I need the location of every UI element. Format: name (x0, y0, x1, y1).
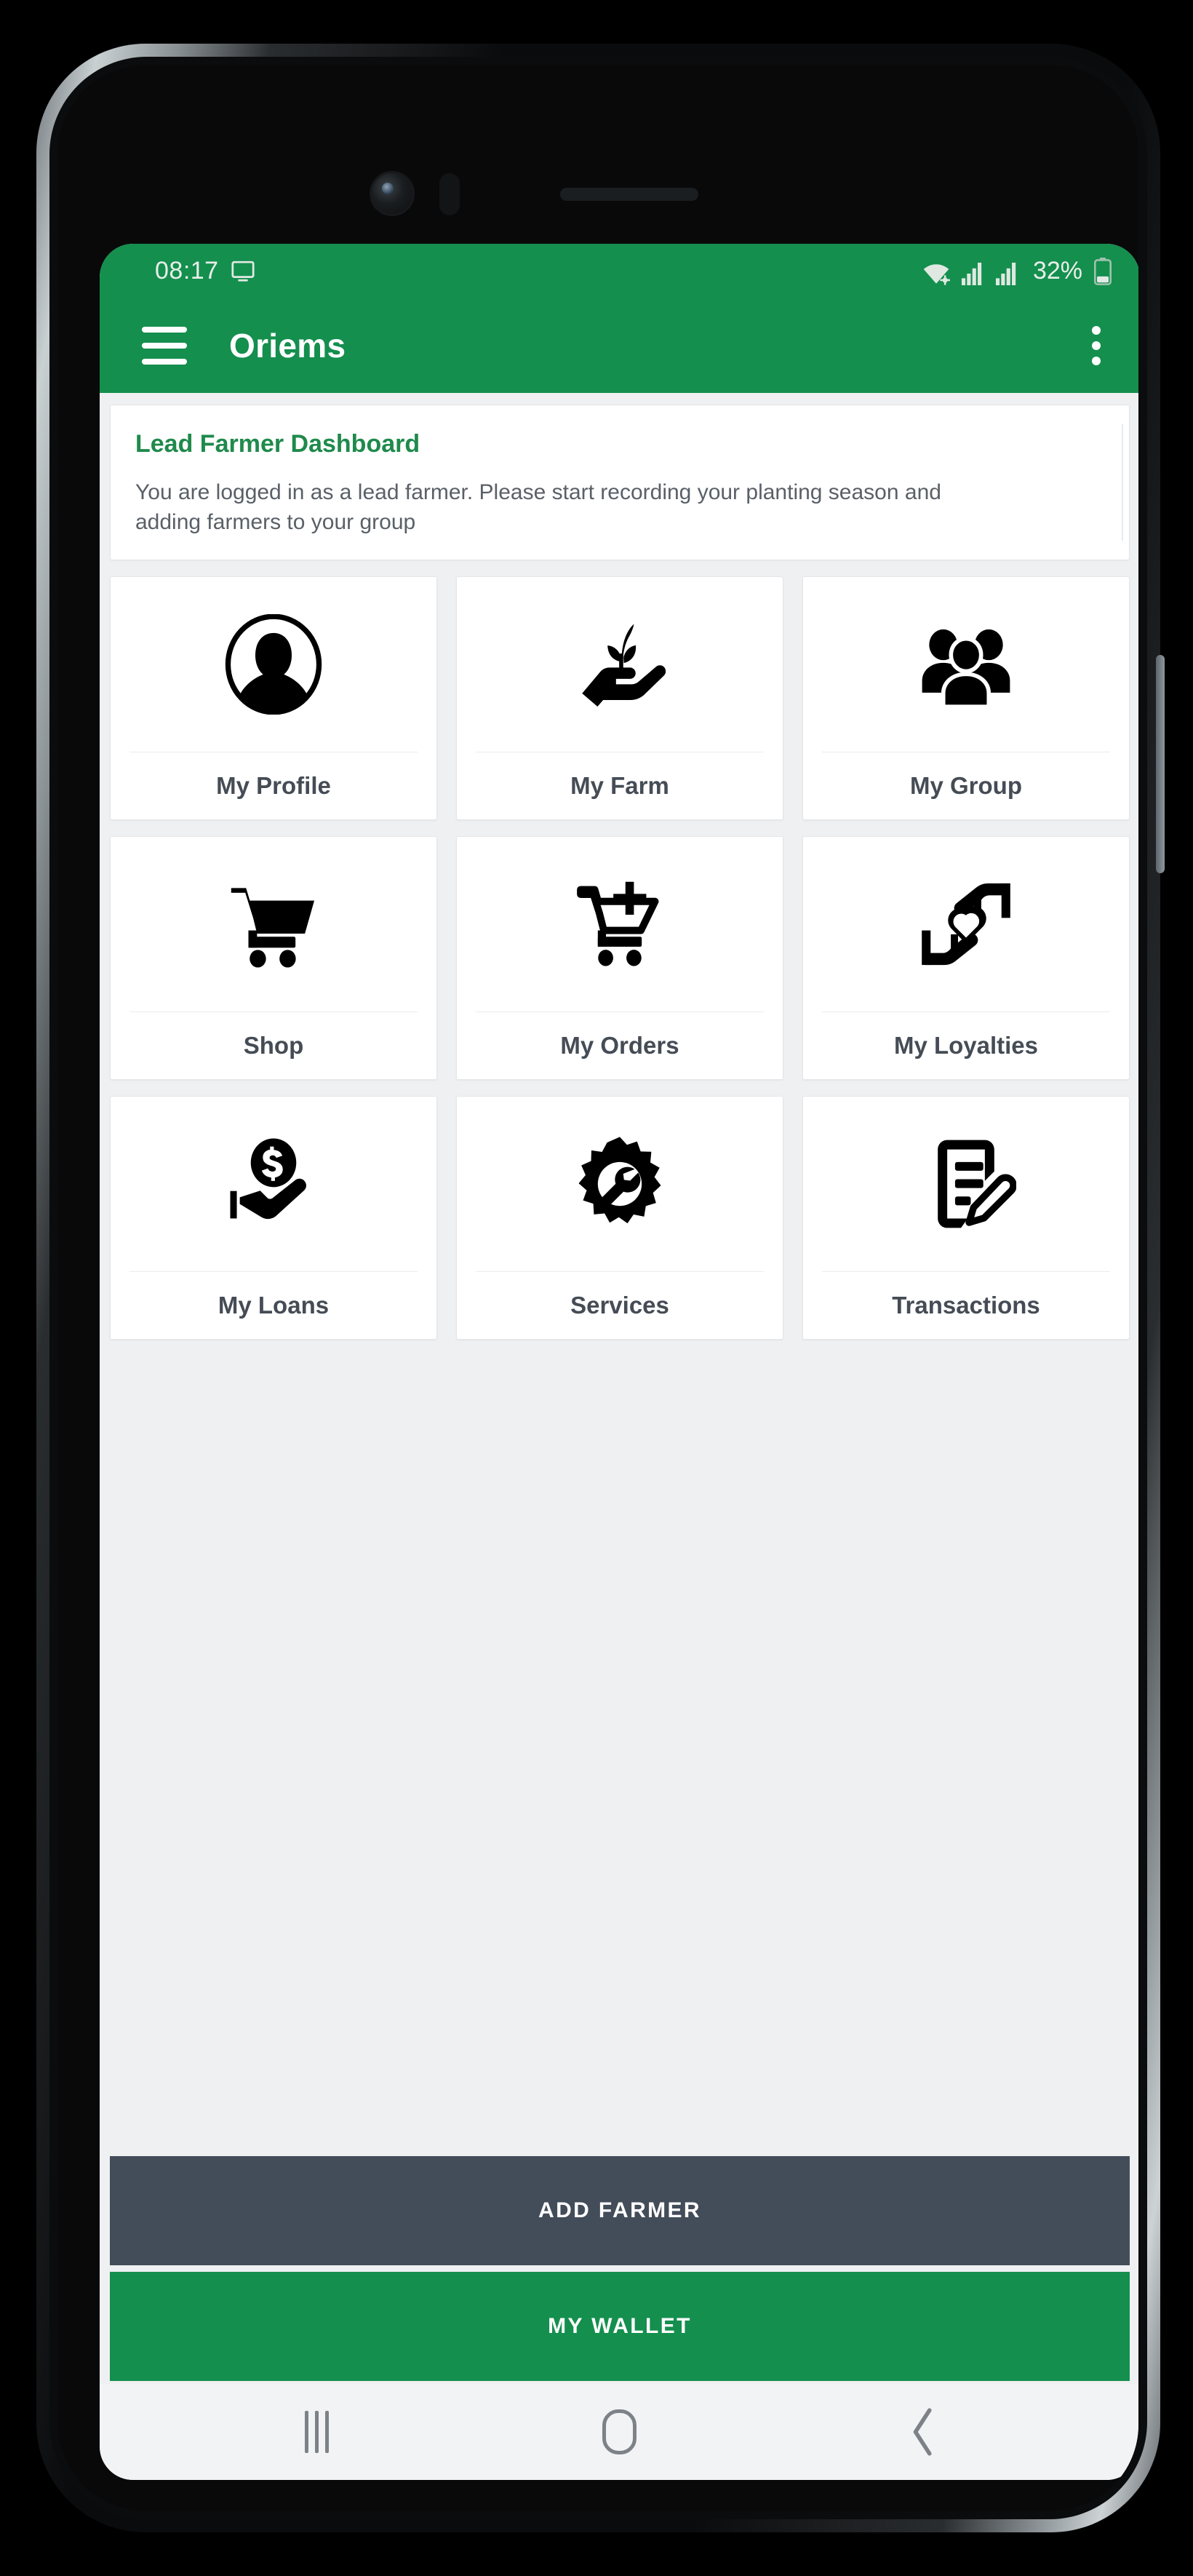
people-group-icon (803, 577, 1129, 752)
phone-glass-panel: 08:17 32% Oriems Lead Farmer Dashboard Y… (58, 65, 1138, 2511)
signal-bars-icon (994, 262, 1019, 285)
back-chevron-icon[interactable] (865, 2396, 981, 2468)
phone-screen: 08:17 32% Oriems Lead Farmer Dashboard Y… (100, 244, 1138, 2480)
status-bar-left: 08:17 (155, 257, 255, 285)
app-bar: Oriems (100, 298, 1138, 393)
lead-farmer-dashboard-card: Lead Farmer Dashboard You are logged in … (110, 405, 1130, 560)
tile-label: My Profile (216, 771, 331, 799)
tile-shop[interactable]: Shop (110, 835, 437, 1080)
main-content: Lead Farmer Dashboard You are logged in … (100, 393, 1138, 2384)
tile-label: My Loans (218, 1291, 330, 1319)
recents-icon[interactable] (258, 2396, 375, 2468)
tile-transactions[interactable]: Transactions (802, 1095, 1130, 1340)
tile-my-profile[interactable]: My Profile (110, 576, 437, 820)
tile-my-group[interactable]: My Group (802, 576, 1130, 820)
hand-holding-coin-icon (111, 1097, 436, 1271)
status-clock: 08:17 (155, 257, 219, 285)
more-vertical-icon[interactable] (1086, 320, 1106, 371)
tile-my-farm[interactable]: My Farm (456, 576, 783, 820)
battery-low-icon (1093, 258, 1112, 285)
battery-percentage-label: 32% (1032, 257, 1082, 285)
status-bar: 08:17 32% (100, 244, 1138, 298)
home-icon[interactable] (562, 2396, 678, 2468)
cart-plus-icon (457, 837, 783, 1011)
wifi-icon (922, 262, 951, 285)
hamburger-menu-icon[interactable] (142, 327, 187, 365)
tile-label: Services (570, 1291, 669, 1319)
hands-heart-icon (803, 837, 1129, 1011)
android-navigation-bar (100, 2384, 1138, 2480)
dashboard-card-title: Lead Farmer Dashboard (135, 430, 420, 458)
tile-label: Transactions (892, 1291, 1040, 1319)
hand-holding-plant-icon (457, 577, 783, 752)
gear-wrench-icon (457, 1097, 783, 1271)
shopping-cart-icon (111, 837, 436, 1011)
tile-my-orders[interactable]: My Orders (456, 835, 783, 1080)
front-camera-icon (370, 171, 415, 216)
dashboard-tile-grid: My Profile My Farm My Group Shop My Orde… (110, 576, 1130, 1340)
phone-device-frame: 08:17 32% Oriems Lead Farmer Dashboard Y… (36, 44, 1165, 2532)
status-bar-right: 32% (922, 257, 1112, 285)
tile-label: My Farm (570, 771, 669, 799)
document-edit-icon (803, 1097, 1129, 1271)
tile-label: My Group (910, 771, 1022, 799)
tile-my-loyalties[interactable]: My Loyalties (802, 835, 1130, 1080)
volume-button[interactable] (1156, 655, 1165, 873)
tile-label: My Orders (560, 1031, 679, 1059)
app-title: Oriems (229, 327, 346, 365)
dashboard-card-body: You are logged in as a lead farmer. Plea… (135, 480, 941, 535)
bottom-action-bar: ADD FARMER MY WALLET (110, 2156, 1130, 2384)
proximity-sensor-icon (439, 173, 460, 215)
tile-services[interactable]: Services (456, 1095, 783, 1340)
monitor-icon (231, 261, 255, 282)
tile-my-loans[interactable]: My Loans (110, 1095, 437, 1340)
tile-label: Shop (243, 1031, 304, 1059)
my-wallet-button[interactable]: MY WALLET (110, 2272, 1130, 2381)
earpiece-speaker (560, 188, 698, 201)
add-farmer-button[interactable]: ADD FARMER (110, 2156, 1130, 2265)
signal-bars-icon (960, 262, 985, 285)
user-avatar-icon (111, 577, 436, 752)
tile-label: My Loyalties (893, 1031, 1039, 1059)
